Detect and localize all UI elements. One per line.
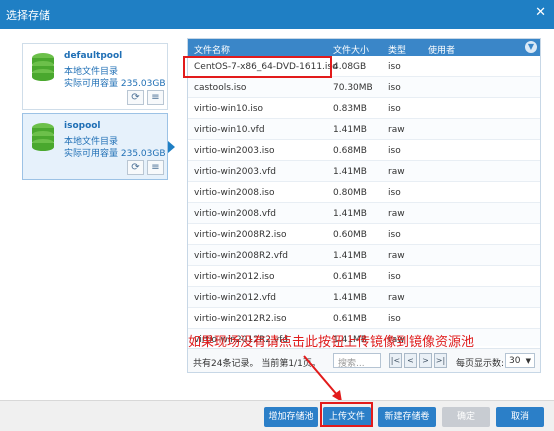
- file-size-cell: 1.41MB: [333, 125, 367, 135]
- file-type-cell: iso: [388, 188, 401, 198]
- file-name-cell: virtio-win2008R2.iso: [194, 230, 287, 240]
- file-size-cell: 0.60MB: [333, 230, 367, 240]
- file-name-cell: virtio-win2003.vfd: [194, 167, 277, 177]
- next-page-button[interactable]: >: [419, 353, 432, 368]
- file-size-cell: 0.68MB: [333, 146, 367, 156]
- dialog-footer: 增加存储池 上传文件 新建存储卷 确定 取消: [0, 400, 554, 431]
- selected-pointer-icon: [168, 141, 175, 153]
- file-size-cell: 0.61MB: [333, 272, 367, 282]
- cancel-button[interactable]: 取消: [496, 407, 544, 427]
- per-page-label: 每页显示数:: [456, 359, 505, 369]
- file-type-cell: iso: [388, 146, 401, 156]
- database-icon: [32, 53, 54, 81]
- table-row[interactable]: virtio-win2008R2.vfd 1.41MB raw: [188, 245, 540, 266]
- dialog-titlebar: 选择存储 ✕: [0, 0, 554, 29]
- file-size-cell: 1.41MB: [333, 209, 367, 219]
- file-name-cell: virtio-win2008.vfd: [194, 209, 277, 219]
- list-icon[interactable]: ≡: [147, 90, 164, 105]
- table-row[interactable]: virtio-win2012R2.iso 0.61MB iso: [188, 308, 540, 329]
- file-type-cell: iso: [388, 83, 401, 93]
- pool-capacity: 实际可用容量 235.03GB: [64, 79, 166, 89]
- table-row[interactable]: virtio-win2003.vfd 1.41MB raw: [188, 161, 540, 182]
- annotation-arrow-icon: [303, 355, 342, 402]
- ok-button[interactable]: 确定: [442, 407, 490, 427]
- list-icon[interactable]: ≡: [147, 160, 164, 175]
- file-type-cell: iso: [388, 272, 401, 282]
- chevron-down-icon: ▼: [525, 357, 531, 365]
- add-pool-button[interactable]: 增加存储池: [264, 407, 318, 427]
- highlight-box-upload: [320, 402, 373, 427]
- first-page-button[interactable]: |<: [389, 353, 402, 368]
- pool-name: isopool: [64, 121, 101, 131]
- pool-name: defaultpool: [64, 51, 123, 61]
- refresh-icon[interactable]: ⟳: [127, 160, 144, 175]
- file-name-cell: virtio-win2012R2.iso: [194, 314, 287, 324]
- annotation-text: 如果现场没有请点击此按钮上传镜像到镜像资源池: [188, 335, 475, 350]
- file-size-cell: 1.41MB: [333, 251, 367, 261]
- column-header-user[interactable]: 使用者: [428, 43, 455, 56]
- file-type-cell: iso: [388, 314, 401, 324]
- file-name-cell: virtio-win10.iso: [194, 104, 264, 114]
- file-name-cell: virtio-win10.vfd: [194, 125, 265, 135]
- file-type-cell: raw: [388, 293, 405, 303]
- column-menu-icon[interactable]: ▼: [525, 41, 537, 53]
- last-page-button[interactable]: >|: [434, 353, 447, 368]
- close-icon[interactable]: ✕: [535, 5, 546, 20]
- table-header: 文件名称 文件大小 类型 使用者 ▼: [188, 39, 540, 56]
- file-type-cell: raw: [388, 209, 405, 219]
- pool-card-defaultpool[interactable]: defaultpool 本地文件目录 实际可用容量 235.03GB ⟳ ≡: [22, 43, 168, 110]
- file-type-cell: raw: [388, 125, 405, 135]
- new-volume-button[interactable]: 新建存储卷: [378, 407, 436, 427]
- pool-capacity: 实际可用容量 235.03GB: [64, 149, 166, 159]
- file-type-cell: raw: [388, 167, 405, 177]
- per-page-select[interactable]: 30 ▼: [505, 353, 535, 368]
- file-table: 文件名称 文件大小 类型 使用者 ▼ CentOS-7-x86_64-DVD-1…: [187, 38, 541, 373]
- table-row[interactable]: virtio-win2012.vfd 1.41MB raw: [188, 287, 540, 308]
- file-size-cell: 0.61MB: [333, 314, 367, 324]
- file-type-cell: raw: [388, 251, 405, 261]
- column-header-type[interactable]: 类型: [388, 43, 406, 56]
- table-row[interactable]: virtio-win2003.iso 0.68MB iso: [188, 140, 540, 161]
- file-type-cell: iso: [388, 230, 401, 240]
- pagination-bar: 共有24条记录。 当前第1/1页。 搜索... |< < > >| 每页显示数:…: [188, 348, 540, 372]
- file-name-cell: virtio-win2008.iso: [194, 188, 275, 198]
- file-name-cell: virtio-win2008R2.vfd: [194, 251, 288, 261]
- table-row[interactable]: virtio-win10.iso 0.83MB iso: [188, 98, 540, 119]
- table-row[interactable]: virtio-win2008R2.iso 0.60MB iso: [188, 224, 540, 245]
- file-name-cell: virtio-win2003.iso: [194, 146, 275, 156]
- file-size-cell: 0.83MB: [333, 104, 367, 114]
- table-body: CentOS-7-x86_64-DVD-1611.iso 4.08GB iso cas…: [188, 56, 540, 346]
- table-row[interactable]: virtio-win10.vfd 1.41MB raw: [188, 119, 540, 140]
- file-size-cell: 70.30MB: [333, 83, 373, 93]
- table-row[interactable]: virtio-win2008.iso 0.80MB iso: [188, 182, 540, 203]
- refresh-icon[interactable]: ⟳: [127, 90, 144, 105]
- file-size-cell: 1.41MB: [333, 167, 367, 177]
- table-row[interactable]: castools.iso 70.30MB iso: [188, 77, 540, 98]
- pool-card-isopool[interactable]: isopool 本地文件目录 实际可用容量 235.03GB ⟳ ≡: [22, 113, 175, 180]
- column-header-name[interactable]: 文件名称: [194, 43, 230, 56]
- file-name-cell: virtio-win2012.iso: [194, 272, 275, 282]
- file-size-cell: 4.08GB: [333, 62, 367, 72]
- prev-page-button[interactable]: <: [404, 353, 417, 368]
- per-page-value: 30: [509, 356, 521, 366]
- column-header-size[interactable]: 文件大小: [333, 43, 369, 56]
- table-row[interactable]: virtio-win2012.iso 0.61MB iso: [188, 266, 540, 287]
- file-size-cell: 0.80MB: [333, 188, 367, 198]
- file-type-cell: iso: [388, 104, 401, 114]
- table-row[interactable]: virtio-win2008.vfd 1.41MB raw: [188, 203, 540, 224]
- highlight-box-centos-iso: [183, 56, 332, 78]
- file-name-cell: virtio-win2012.vfd: [194, 293, 277, 303]
- file-name-cell: castools.iso: [194, 83, 247, 93]
- file-type-cell: iso: [388, 62, 401, 72]
- database-icon: [32, 123, 54, 151]
- file-size-cell: 1.41MB: [333, 293, 367, 303]
- dialog-title: 选择存储: [6, 9, 50, 22]
